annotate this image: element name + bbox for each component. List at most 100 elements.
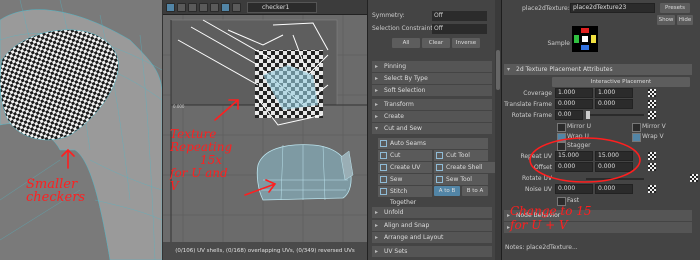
map-button-icon[interactable]	[648, 185, 656, 193]
section-align-snap[interactable]: Align and Snap	[372, 220, 492, 231]
sew-icon	[380, 176, 387, 183]
map-button-icon[interactable]	[648, 111, 656, 119]
texture-select[interactable]: checker1	[247, 2, 317, 13]
map-button-icon[interactable]	[648, 89, 656, 97]
uv-tool-button[interactable]	[177, 2, 186, 12]
sample-label: Sample	[547, 40, 571, 47]
annotation-line: V	[170, 179, 179, 193]
notes-label: Notes: place2dTexture...	[505, 244, 578, 251]
offset-label: Offset	[533, 164, 552, 171]
section-select-by-type[interactable]: Select By Type	[372, 73, 492, 84]
noise-uv-label: Noise UV	[524, 186, 552, 193]
b-to-a-button[interactable]: B to A	[462, 186, 488, 196]
section-cut-and-sew[interactable]: Cut and Sew	[372, 123, 492, 134]
translate-frame-u-field[interactable]: 0.000	[555, 99, 593, 109]
constraint-row: Selection Constraint: Off	[372, 24, 487, 34]
stagger-checkbox[interactable]: Stagger	[557, 141, 591, 151]
repeat-v-field[interactable]: 15.000	[595, 151, 633, 161]
map-button-icon[interactable]	[690, 174, 698, 182]
auto-seams-icon	[380, 140, 387, 147]
section-arrange-layout[interactable]: Arrange and Layout	[372, 232, 492, 243]
map-button-icon[interactable]	[648, 100, 656, 108]
select-all-button[interactable]: All	[392, 38, 420, 48]
slider-handle[interactable]	[586, 111, 590, 119]
annotation-line: for U and	[170, 166, 228, 180]
create-shell-grid-button[interactable]: Create Shell (Grid)	[434, 162, 498, 182]
uv-status-bar: (0/106) UV shells, (0/168) overlapping U…	[163, 242, 367, 260]
viewport-3d[interactable]	[0, 0, 162, 260]
offset-u-field[interactable]: 0.000	[555, 162, 593, 172]
stitch-together-label: Stitch Together	[390, 188, 417, 206]
scrollbar-thumb[interactable]	[496, 50, 500, 90]
section-uv-sets[interactable]: UV Sets	[372, 246, 492, 257]
section-pinning[interactable]: Pinning	[372, 61, 492, 72]
uv-tool-button[interactable]	[188, 2, 197, 12]
translate-frame-label: Translate Frame	[504, 101, 552, 108]
auto-seams-label: Auto Seams	[390, 140, 426, 147]
symmetry-label: Symmetry:	[372, 12, 405, 19]
cut-tool-button[interactable]: Cut Tool	[434, 150, 488, 161]
rotate-uv-slider[interactable]	[586, 178, 644, 180]
sample-swatch	[572, 26, 598, 52]
wrap-u-checkbox[interactable]: Wrap U	[557, 132, 589, 142]
uv-tool-button[interactable]	[199, 2, 208, 12]
constraint-select[interactable]: Off	[432, 24, 487, 34]
uv-tool-button[interactable]	[221, 2, 230, 12]
presets-button[interactable]: Presets	[660, 3, 690, 13]
offset-v-field[interactable]: 0.000	[595, 162, 633, 172]
rotate-uv-label: Rotate UV	[521, 175, 552, 182]
mirror-v-checkbox[interactable]: Mirror V	[632, 122, 666, 132]
rotate-frame-label: Rotate Frame	[511, 112, 552, 119]
noise-v-field[interactable]: 0.000	[595, 184, 633, 194]
coverage-label: Coverage	[523, 90, 552, 97]
hide-button[interactable]: Hide	[677, 15, 693, 25]
cut-tool-icon	[436, 152, 443, 159]
uv-tool-button[interactable]	[232, 2, 241, 12]
coverage-v-field[interactable]: 1.000	[595, 88, 633, 98]
sew-button[interactable]: Sew	[378, 174, 432, 185]
svg-text:0.000: 0.000	[173, 104, 185, 109]
interactive-placement-button[interactable]: Interactive Placement	[552, 77, 690, 87]
symmetry-row: Symmetry: Off	[372, 11, 487, 21]
inverse-button[interactable]: Inverse	[452, 38, 480, 48]
mirror-u-checkbox[interactable]: Mirror U	[557, 122, 591, 132]
translate-frame-v-field[interactable]: 0.000	[595, 99, 633, 109]
section-2d-texture-placement[interactable]: 2d Texture Placement Attributes	[504, 64, 692, 75]
clear-button[interactable]: Clear	[422, 38, 450, 48]
show-button[interactable]: Show	[657, 15, 675, 25]
uv-toolkit: Symmetry: Off Selection Constraint: Off …	[367, 0, 501, 260]
sew-tool-icon	[436, 176, 443, 183]
create-uv-shell-button[interactable]: Create UV Shell	[378, 162, 432, 182]
sample-swatch-icon	[574, 28, 596, 50]
sew-tool-button[interactable]: Sew Tool	[434, 174, 488, 185]
rotate-frame-field[interactable]: 0.00	[555, 110, 583, 120]
node-label: place2dTexture:	[522, 5, 570, 12]
annotation-left: Smaller checkers	[26, 178, 85, 204]
uv-tool-button[interactable]	[210, 2, 219, 12]
rotate-frame-slider[interactable]	[586, 111, 644, 119]
section-transform[interactable]: Transform	[372, 99, 492, 110]
node-name-field[interactable]: place2dTexture23	[570, 3, 655, 13]
a-to-b-button[interactable]: A to B	[434, 186, 460, 196]
section-soft-selection[interactable]: Soft Selection	[372, 85, 492, 96]
auto-seams-button[interactable]: Auto Seams	[378, 138, 488, 149]
noise-u-field[interactable]: 0.000	[555, 184, 593, 194]
stitch-together-button[interactable]: Stitch Together	[378, 186, 432, 206]
cut-button[interactable]: Cut	[378, 150, 432, 161]
symmetry-select[interactable]: Off	[432, 11, 487, 21]
coverage-u-field[interactable]: 1.000	[555, 88, 593, 98]
map-button-icon[interactable]	[648, 163, 656, 171]
map-button-icon[interactable]	[648, 152, 656, 160]
stitch-icon	[380, 188, 387, 195]
section-create[interactable]: Create	[372, 111, 492, 122]
repeat-uv-label: Repeat UV	[520, 153, 552, 160]
uv-tool-button[interactable]	[166, 2, 175, 12]
cut-tool-label: Cut Tool	[446, 152, 470, 159]
sew-tool-label: Sew Tool	[446, 176, 472, 183]
viewport-mesh	[0, 0, 162, 260]
wrap-v-checkbox[interactable]: Wrap V	[632, 132, 664, 142]
annotation-line: Change to 15	[510, 204, 592, 218]
section-unfold[interactable]: Unfold	[372, 207, 492, 218]
uv-shell-icon	[380, 164, 387, 171]
repeat-u-field[interactable]: 15.000	[555, 151, 593, 161]
